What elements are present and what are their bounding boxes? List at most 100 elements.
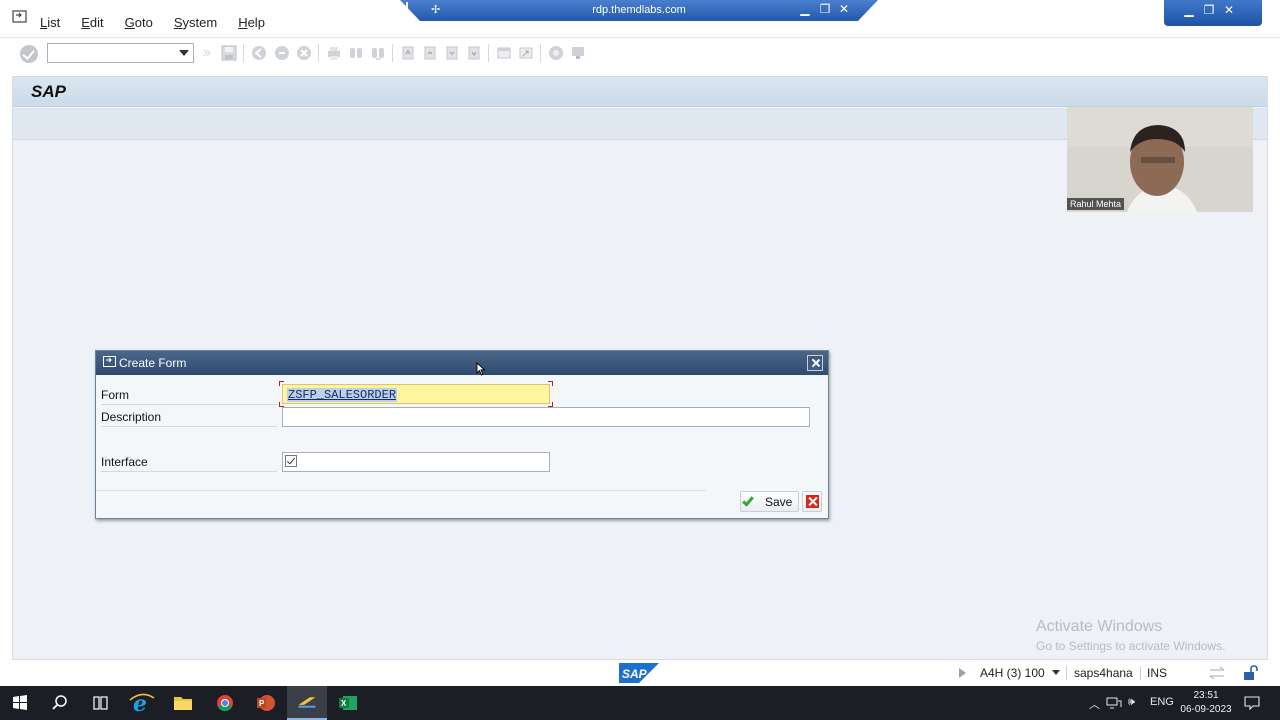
help-icon[interactable] xyxy=(548,45,564,61)
interface-label: Interface xyxy=(101,455,148,469)
layout-icon[interactable] xyxy=(570,45,586,61)
sap-logon-icon[interactable] xyxy=(287,686,327,720)
first-page-icon[interactable] xyxy=(400,45,416,61)
status-separator xyxy=(1140,666,1141,680)
input-mode[interactable]: INS xyxy=(1147,666,1167,680)
participant-name: Rahul Mehta xyxy=(1067,198,1125,210)
clock-time: 23:51 xyxy=(1193,690,1219,701)
focus-marker xyxy=(548,381,553,386)
signal-icon[interactable] xyxy=(400,0,410,10)
menu-goto[interactable]: Goto xyxy=(125,15,153,30)
find-next-icon[interactable] xyxy=(370,45,386,61)
cancel-icon xyxy=(806,495,819,508)
rdp-minimize-icon[interactable]: ▁ xyxy=(798,2,812,16)
system-info[interactable]: A4H (3) 100 xyxy=(980,666,1045,680)
status-expand-icon[interactable] xyxy=(959,668,966,678)
excel-icon[interactable]: X xyxy=(328,686,368,720)
task-view-icon[interactable] xyxy=(80,686,120,720)
shortcut-icon[interactable] xyxy=(518,45,534,61)
form-name-value: ZSFP_SALESORDER xyxy=(287,388,398,402)
volume-icon[interactable]: 🕪 xyxy=(1128,696,1135,709)
double-arrow-icon xyxy=(203,49,211,57)
show-hidden-icons-icon[interactable]: ︿ xyxy=(1089,696,1100,712)
status-separator xyxy=(1066,666,1067,680)
clock-date: 06-09-2023 xyxy=(1180,704,1232,715)
toolbar-separator xyxy=(392,44,393,62)
activate-windows-watermark: Activate Windows Go to Settings to activ… xyxy=(1036,618,1225,653)
server-name: saps4hana xyxy=(1074,666,1133,680)
standard-toolbar xyxy=(0,38,1280,74)
restore-icon[interactable]: ❐ xyxy=(1200,3,1218,19)
svg-text:X: X xyxy=(341,699,347,708)
dialog-menu-icon[interactable] xyxy=(103,356,117,368)
windows-start-icon[interactable] xyxy=(0,686,40,720)
search-icon[interactable] xyxy=(40,686,80,720)
powerpoint-icon[interactable]: P xyxy=(246,686,286,720)
back-icon[interactable] xyxy=(251,45,267,61)
file-explorer-icon[interactable] xyxy=(163,686,203,720)
enter-icon[interactable] xyxy=(20,45,38,63)
windows-taskbar: e P X ︿ 🕪 ENG 23:51 06-09-2023 xyxy=(0,686,1280,720)
cancel-icon[interactable] xyxy=(296,45,312,61)
menu-help[interactable]: Help xyxy=(238,15,265,30)
screen-title: SAP xyxy=(31,82,66,101)
clock[interactable]: 23:51 06-09-2023 xyxy=(1178,689,1234,717)
language-indicator[interactable]: ENG xyxy=(1150,696,1174,708)
watermark-line-2: Go to Settings to activate Windows. xyxy=(1036,639,1226,653)
menu-system[interactable]: System xyxy=(174,15,217,30)
dialog-title-bar[interactable]: Create Form xyxy=(96,351,828,375)
network-icon[interactable] xyxy=(1106,697,1122,709)
rdp-connection-bar: rdp.themdlabs.com ✢ ▁ ❐ ✕ xyxy=(400,0,878,21)
focus-marker xyxy=(279,381,284,386)
print-icon[interactable] xyxy=(326,45,342,61)
find-icon[interactable] xyxy=(348,45,364,61)
next-page-icon[interactable] xyxy=(444,45,460,61)
chrome-icon[interactable] xyxy=(205,686,245,720)
last-page-icon[interactable] xyxy=(466,45,482,61)
description-input[interactable] xyxy=(282,407,810,427)
rdp-close-icon[interactable]: ✕ xyxy=(837,2,851,16)
minimize-icon[interactable]: ▁ xyxy=(1180,3,1198,19)
exit-icon[interactable] xyxy=(274,45,290,61)
chevron-down-icon[interactable] xyxy=(1052,670,1060,675)
command-field[interactable] xyxy=(47,43,194,63)
dialog-divider xyxy=(96,490,706,491)
svg-text:SAP: SAP xyxy=(622,667,648,681)
new-session-icon[interactable] xyxy=(496,45,512,61)
dialog-title: Create Form xyxy=(119,356,187,370)
video-call-tile: Rahul Mehta xyxy=(1067,107,1253,212)
status-bar: SAP A4H (3) 100 saps4hana INS xyxy=(0,660,1280,686)
lock-icon[interactable] xyxy=(1243,665,1259,681)
save-icon[interactable] xyxy=(221,45,237,61)
save-button[interactable]: Save xyxy=(740,491,799,512)
interface-input[interactable] xyxy=(282,452,550,472)
save-button-label: Save xyxy=(765,495,793,509)
sap-logo-icon: SAP xyxy=(619,663,659,683)
interface-checkbox-icon[interactable] xyxy=(285,455,297,467)
close-icon[interactable]: ✕ xyxy=(1220,3,1238,19)
toolbar-separator xyxy=(243,44,244,62)
create-form-dialog: Create Form Form ZSFP_SALESORDER Descrip… xyxy=(95,350,829,519)
dialog-close-icon[interactable] xyxy=(807,355,823,371)
transfer-icon[interactable] xyxy=(1209,666,1225,680)
rdp-restore-icon[interactable]: ❐ xyxy=(818,2,832,16)
form-label: Form xyxy=(101,388,129,402)
toolbar-separator xyxy=(488,44,489,62)
pin-icon[interactable]: ✢ xyxy=(431,3,440,16)
participant-video xyxy=(1067,107,1253,212)
menu-list[interactable]: List xyxy=(40,15,60,30)
cancel-button[interactable] xyxy=(802,491,822,512)
menu-toggle-icon[interactable] xyxy=(12,10,28,24)
label-underline xyxy=(101,426,277,427)
notifications-icon[interactable] xyxy=(1244,696,1260,710)
menu-edit[interactable]: Edit xyxy=(81,15,103,30)
label-underline xyxy=(101,404,277,405)
previous-page-icon[interactable] xyxy=(422,45,438,61)
title-bar: SAP xyxy=(13,77,1267,107)
toolbar-separator xyxy=(540,44,541,62)
internet-explorer-icon[interactable]: e xyxy=(122,686,162,720)
form-name-input[interactable]: ZSFP_SALESORDER xyxy=(282,384,550,404)
description-label: Description xyxy=(101,410,162,424)
chevron-down-icon[interactable] xyxy=(179,50,189,56)
toolbar-separator xyxy=(318,44,319,62)
